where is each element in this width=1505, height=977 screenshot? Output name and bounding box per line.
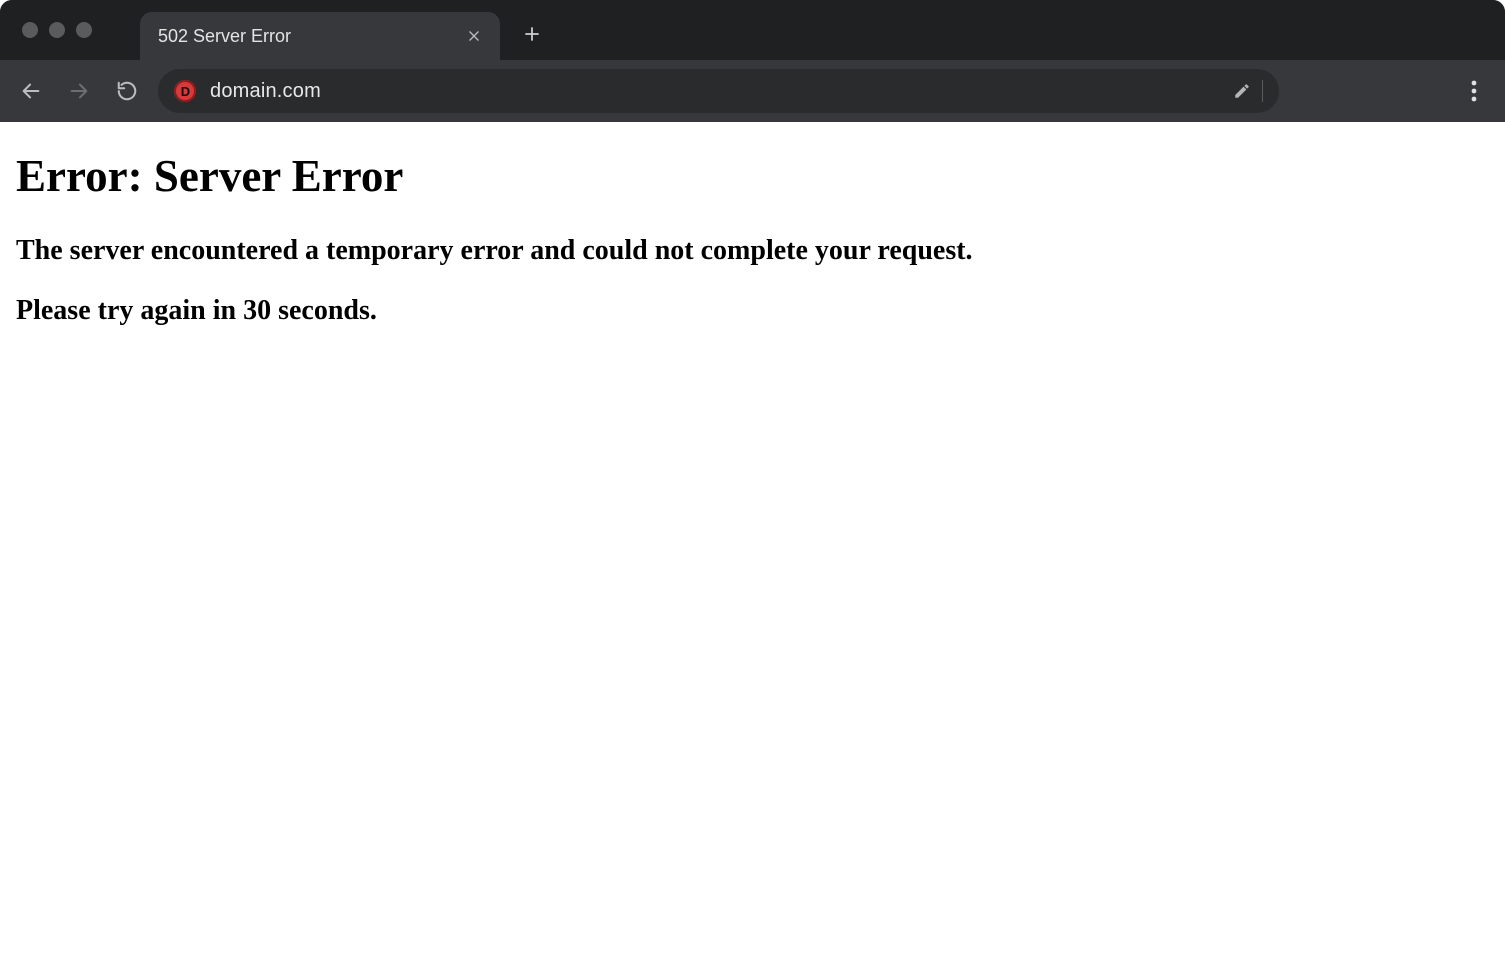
browser-chrome: 502 Server Error bbox=[0, 0, 1505, 122]
edit-url-icon[interactable] bbox=[1232, 81, 1252, 101]
window-controls bbox=[22, 22, 92, 38]
browser-tab-active[interactable]: 502 Server Error bbox=[140, 12, 500, 60]
forward-button[interactable] bbox=[62, 74, 96, 108]
address-bar[interactable]: D domain.com bbox=[158, 69, 1279, 113]
new-tab-button[interactable] bbox=[514, 16, 550, 52]
browser-window: 502 Server Error bbox=[0, 0, 1505, 977]
address-bar-url: domain.com bbox=[210, 80, 1218, 103]
address-bar-actions bbox=[1232, 80, 1263, 102]
window-close-dot[interactable] bbox=[22, 22, 38, 38]
close-tab-button[interactable] bbox=[466, 28, 482, 44]
window-minimize-dot[interactable] bbox=[49, 22, 65, 38]
error-message-line-1: The server encountered a temporary error… bbox=[16, 232, 1489, 270]
browser-menu-button[interactable] bbox=[1457, 74, 1491, 108]
address-bar-divider bbox=[1262, 80, 1263, 102]
tab-strip: 502 Server Error bbox=[0, 0, 1505, 60]
reload-button[interactable] bbox=[110, 74, 144, 108]
error-heading: Error: Server Error bbox=[16, 150, 1489, 202]
tab-title: 502 Server Error bbox=[158, 26, 452, 47]
window-maximize-dot[interactable] bbox=[76, 22, 92, 38]
page-content: Error: Server Error The server encounter… bbox=[0, 122, 1505, 977]
toolbar: D domain.com bbox=[0, 60, 1505, 122]
site-favicon-icon: D bbox=[174, 80, 196, 102]
back-button[interactable] bbox=[14, 74, 48, 108]
error-message-line-2: Please try again in 30 seconds. bbox=[16, 292, 1489, 330]
